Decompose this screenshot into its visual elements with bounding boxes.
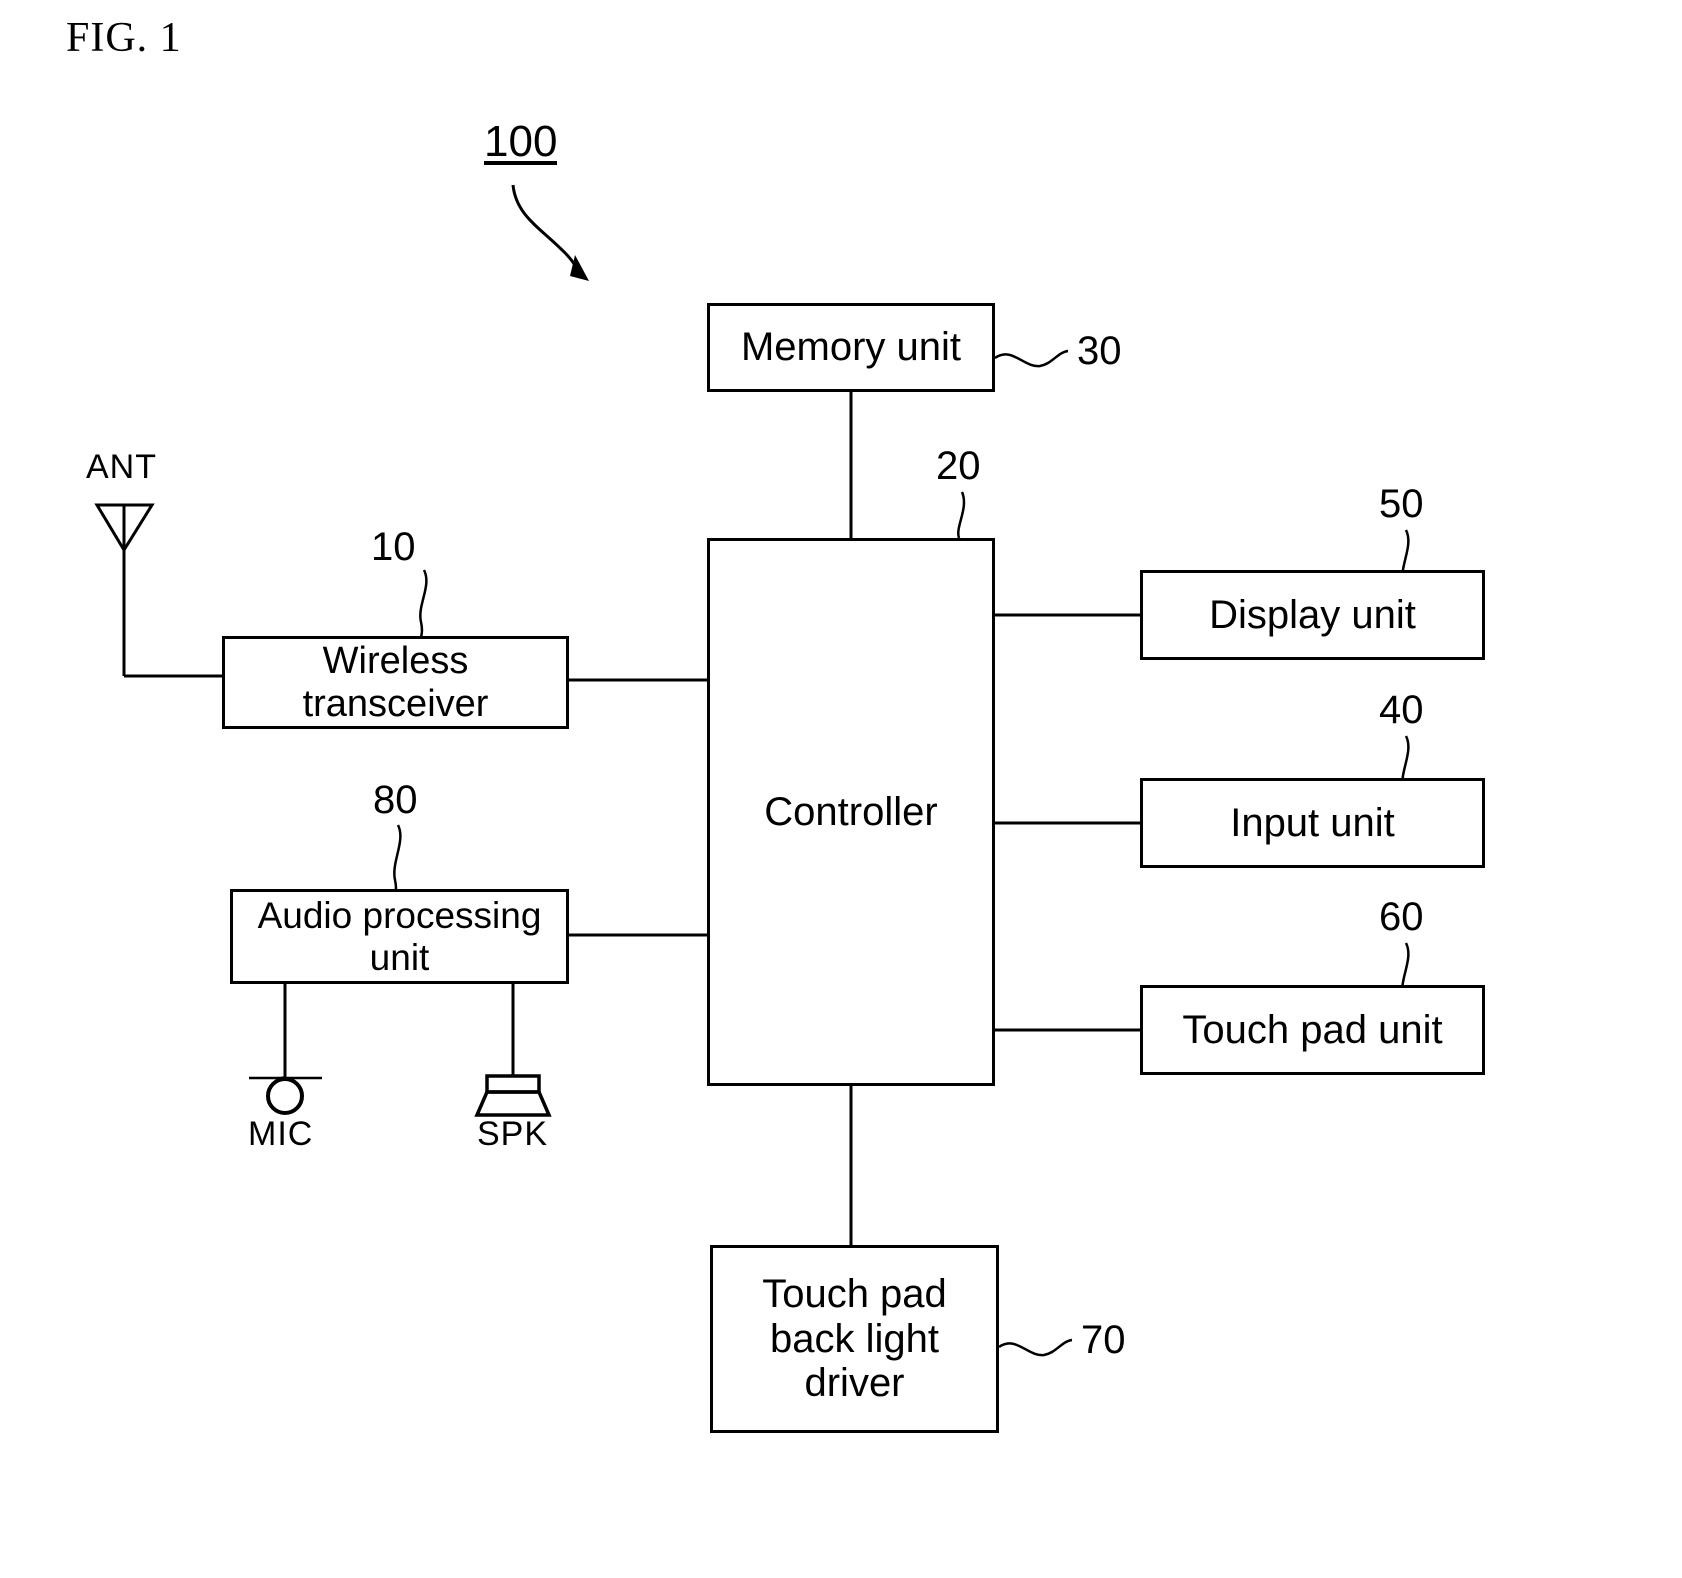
ref-input-unit-40: 40: [1379, 688, 1424, 732]
block-memory-unit-label: Memory unit: [740, 325, 962, 370]
antenna-label: ANT: [86, 448, 157, 486]
block-display-unit[interactable]: Display unit: [1140, 570, 1485, 660]
block-display-unit-label: Display unit: [1209, 592, 1416, 637]
block-touch-pad-unit[interactable]: Touch pad unit: [1140, 985, 1485, 1075]
ref-display-unit-50: 50: [1379, 482, 1424, 526]
block-wireless-transceiver-label: Wireless transceiver: [302, 639, 489, 725]
ref-controller-20: 20: [936, 444, 981, 488]
microphone-label: MIC: [248, 1115, 314, 1153]
ref-memory-unit-30: 30: [1077, 329, 1122, 373]
block-controller[interactable]: Controller: [707, 538, 995, 1086]
block-touch-pad-unit-label: Touch pad unit: [1182, 1007, 1443, 1052]
block-input-unit[interactable]: Input unit: [1140, 778, 1485, 868]
block-wireless-transceiver[interactable]: Wireless transceiver: [222, 636, 569, 729]
block-audio-processing-unit-label: Audio processing unit: [257, 895, 542, 978]
block-audio-processing-unit[interactable]: Audio processing unit: [230, 889, 569, 984]
ref-touch-pad-unit-60: 60: [1379, 895, 1424, 939]
ref-audio-processing-unit-80: 80: [373, 778, 418, 822]
ref-wireless-transceiver-10: 10: [371, 525, 416, 569]
block-touch-pad-back-light-driver[interactable]: Touch pad back light driver: [710, 1245, 999, 1433]
ref-system-100: 100: [484, 117, 558, 166]
block-input-unit-label: Input unit: [1230, 800, 1395, 845]
block-controller-label: Controller: [764, 789, 938, 834]
speaker-label: SPK: [477, 1115, 549, 1153]
ref-touch-pad-back-light-driver-70: 70: [1081, 1318, 1126, 1362]
figure-canvas: FIG. 1 100 10 20 30 40 50 60 70 80 ANT M…: [0, 0, 1682, 1578]
block-memory-unit[interactable]: Memory unit: [707, 303, 995, 392]
block-touch-pad-back-light-driver-label: Touch pad back light driver: [762, 1271, 947, 1406]
